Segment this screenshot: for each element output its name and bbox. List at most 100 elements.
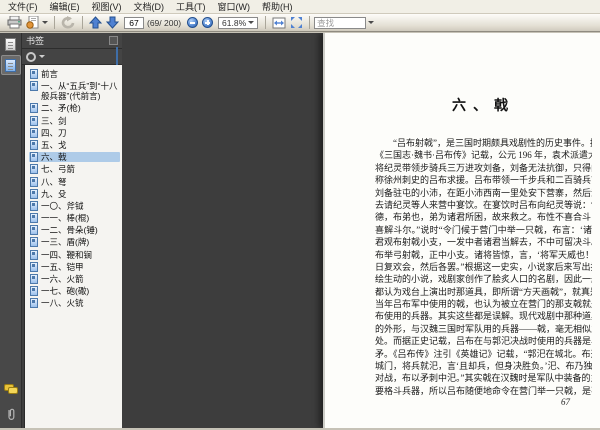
page-number-input[interactable] bbox=[124, 16, 144, 29]
bookmark-label: 一七、砲(礮) bbox=[41, 286, 90, 297]
goto-current-bookmark-button[interactable] bbox=[116, 46, 118, 66]
find-dropdown-caret[interactable] bbox=[368, 21, 375, 24]
bookmark-item[interactable]: 三、剑 bbox=[29, 115, 120, 126]
bookmark-item[interactable]: 二、矛(枪) bbox=[29, 103, 120, 114]
comments-icon bbox=[3, 383, 18, 395]
fit-width-button[interactable] bbox=[270, 15, 288, 30]
comments-panel-button[interactable] bbox=[1, 379, 21, 399]
toolbar-separator bbox=[54, 16, 55, 29]
menu-item[interactable]: 帮助(H) bbox=[256, 0, 299, 13]
body-text-line: 绘生动的小说，戏剧家创作了脍炙人口的名剧，因此一般人 bbox=[375, 274, 592, 285]
bookmarks-options-button[interactable] bbox=[26, 51, 45, 62]
toolbar-separator bbox=[265, 16, 267, 29]
attachments-panel-button[interactable] bbox=[1, 404, 21, 424]
options-caret-icon bbox=[39, 55, 45, 58]
body-text-line: 要格斗兵器，所以吕布随便地命令在营门举一只戟，是不足 bbox=[375, 385, 592, 396]
menu-item[interactable]: 文档(D) bbox=[128, 0, 171, 13]
bookmarks-panel-button[interactable] bbox=[0, 55, 21, 75]
body-text-line: 处。而据正史记载，吕布在与郭汜决战时使用的兵器是马 bbox=[375, 336, 592, 347]
bookmark-item[interactable]: 六、戟 bbox=[29, 152, 120, 163]
find-input[interactable] bbox=[314, 16, 367, 29]
bookmarks-list: 前言 一、从“五兵”到“十八般兵器”(代前言) 二、矛(枪) 三、剑 四、刀 五… bbox=[24, 65, 122, 428]
previous-page-button[interactable] bbox=[87, 15, 104, 30]
bookmark-label: 八、弩 bbox=[41, 176, 67, 187]
pages-icon bbox=[5, 37, 16, 51]
menu-item[interactable]: 视图(V) bbox=[86, 0, 128, 13]
bookmark-page-icon bbox=[30, 225, 38, 236]
printer-icon bbox=[7, 16, 22, 29]
body-text-line: 去请纪灵等人来营中宴饮。在宴饮时吕布向纪灵等说：“玄 bbox=[375, 199, 592, 210]
bookmark-page-icon bbox=[30, 200, 38, 211]
bookmark-label: 一五、铠甲 bbox=[41, 261, 84, 272]
bookmarks-panel: 书签 前言 一、从“五兵”到“十八般兵器”(代前言) 二、矛(枪) 三、剑 四、… bbox=[22, 33, 122, 428]
bookmark-item[interactable]: 一七、砲(礮) bbox=[29, 286, 120, 297]
document-view[interactable]: 六、戟 “吕布射戟”，是三国时期颇具戏剧性的历史事件。据 《三国志·魏书·吕布传… bbox=[122, 33, 600, 428]
bookmark-item[interactable]: 一、从“五兵”到“十八般兵器”(代前言) bbox=[29, 81, 120, 101]
bookmark-item[interactable]: 四、刀 bbox=[29, 127, 120, 138]
bookmark-item[interactable]: 一〇、斧钺 bbox=[29, 200, 120, 211]
bookmark-label: 九、殳 bbox=[41, 188, 67, 199]
bookmark-label: 七、弓箭 bbox=[41, 164, 76, 175]
menu-item[interactable]: 工具(T) bbox=[170, 0, 212, 13]
pages-panel-button[interactable] bbox=[1, 34, 21, 54]
bookmark-page-icon bbox=[30, 81, 38, 92]
bookmark-label: 一八、火铳 bbox=[41, 298, 84, 309]
bookmark-page-icon bbox=[30, 152, 38, 163]
chapter-title: 六、戟 bbox=[452, 99, 515, 114]
export-dropdown-caret[interactable] bbox=[42, 21, 48, 24]
bookmark-item[interactable]: 八、弩 bbox=[29, 176, 120, 187]
bookmarks-options-bar bbox=[22, 46, 122, 66]
bookmark-label: 六、戟 bbox=[41, 152, 67, 163]
pdf-page: 六、戟 “吕布射戟”，是三国时期颇具戏剧性的历史事件。据 《三国志·魏书·吕布传… bbox=[323, 33, 600, 428]
fullscreen-icon bbox=[291, 17, 303, 28]
bookmark-page-icon bbox=[30, 127, 38, 138]
bookmarks-panel-title: 书签 bbox=[26, 36, 45, 46]
export-document-icon bbox=[26, 16, 39, 29]
body-text-line: 君观布射戟小支，一发中者诸君当解去，不中可留决斗。’ bbox=[375, 237, 592, 248]
bookmark-page-icon bbox=[30, 164, 38, 175]
bookmark-label: 一二、骨朵(锤) bbox=[41, 225, 98, 236]
bookmark-page-icon bbox=[30, 176, 38, 187]
bookmark-item[interactable]: 五、戈 bbox=[29, 139, 120, 150]
bookmark-item[interactable]: 前言 bbox=[29, 69, 120, 79]
bookmark-item[interactable]: 一八、火铳 bbox=[29, 298, 120, 309]
page-body-text: “吕布射戟”，是三国时期颇具戏剧性的历史事件。据 《三国志·魏书·吕布传》记载，… bbox=[375, 137, 592, 397]
zoom-in-button[interactable] bbox=[202, 17, 214, 28]
export-button[interactable] bbox=[24, 15, 50, 30]
bookmarks-panel-header: 书签 bbox=[22, 33, 122, 49]
previous-view-icon bbox=[61, 16, 75, 29]
bookmark-item[interactable]: 一四、鞭和锏 bbox=[29, 249, 120, 260]
panel-menu-button[interactable] bbox=[109, 36, 118, 45]
find-box bbox=[314, 16, 375, 29]
bookmark-item[interactable]: 七、弓箭 bbox=[29, 164, 120, 175]
bookmark-label: 一一、棒(棍) bbox=[41, 213, 90, 224]
bookmark-item[interactable]: 九、殳 bbox=[29, 188, 120, 199]
fullscreen-button[interactable] bbox=[288, 15, 305, 30]
bookmark-item[interactable]: 一三、盾(牌) bbox=[29, 237, 120, 248]
bookmark-label: 一三、盾(牌) bbox=[41, 237, 90, 248]
menu-item[interactable]: 窗口(W) bbox=[212, 0, 257, 13]
current-bookmark-icon bbox=[116, 46, 118, 66]
menu-item[interactable]: 编辑(E) bbox=[44, 0, 86, 13]
zoom-dropdown-caret bbox=[248, 21, 255, 24]
bookmark-page-icon bbox=[30, 274, 38, 284]
zoom-level-select[interactable]: 61.8% bbox=[218, 16, 259, 29]
page-down-icon bbox=[106, 16, 119, 29]
print-button[interactable] bbox=[5, 15, 24, 30]
next-page-button[interactable] bbox=[104, 15, 121, 30]
body-text-line: 日复欢会，然后各罢。”根据这一史实，小说家后来写出描 bbox=[375, 261, 592, 272]
bookmark-item[interactable]: 一六、火箭 bbox=[29, 274, 120, 284]
zoom-level-value: 61.8% bbox=[222, 17, 247, 28]
body-text-line: 都认为戏台上演出时那道具，即所谓“方天画戟”，就真是 bbox=[375, 286, 592, 297]
bookmark-item[interactable]: 一一、棒(棍) bbox=[29, 213, 120, 224]
zoom-out-button[interactable] bbox=[187, 17, 199, 28]
bookmark-item[interactable]: 一二、骨朵(锤) bbox=[29, 225, 120, 236]
fit-width-icon bbox=[272, 17, 286, 28]
menu-item[interactable]: 文件(F) bbox=[2, 0, 44, 13]
bookmark-label: 前言 bbox=[41, 69, 59, 79]
body-text-line: 布使用的兵器。其实这些都是误解。现代戏剧中那种道具戟 bbox=[375, 311, 592, 322]
paperclip-icon bbox=[7, 408, 14, 420]
body-text-line: 的外形，与汉魏三国时军队用的兵器——戟，毫无相似之 bbox=[375, 323, 592, 334]
previous-view-button[interactable] bbox=[59, 15, 78, 30]
bookmark-item[interactable]: 一五、铠甲 bbox=[29, 261, 120, 272]
